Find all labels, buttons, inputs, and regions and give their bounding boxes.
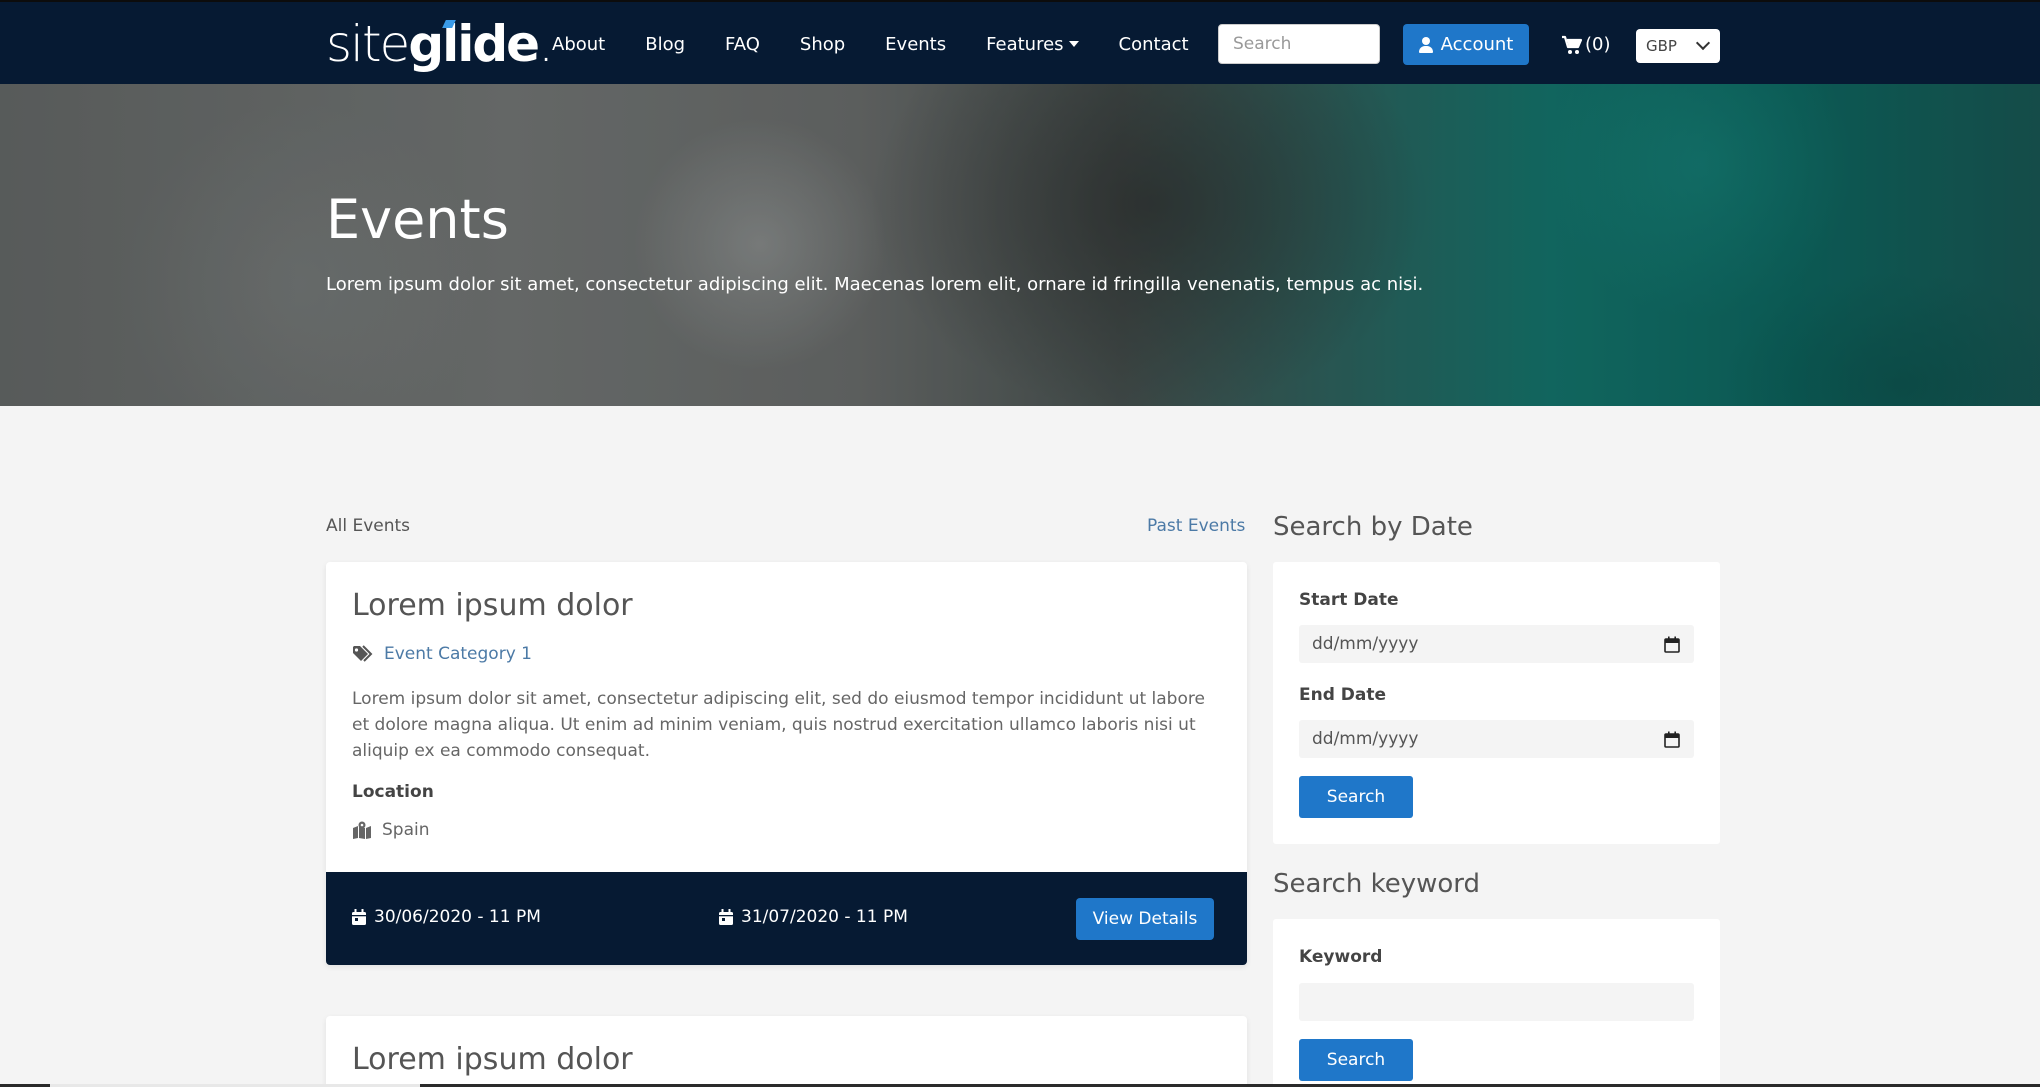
caret-down-icon (1068, 40, 1079, 47)
nav-link-faq[interactable]: FAQ (725, 34, 760, 55)
logo-text-bold: glide (408, 15, 540, 73)
main-nav: About Blog FAQ Shop Events Features Cont… (552, 2, 1229, 86)
event-end-date: 31/07/2020 - 11 PM (719, 907, 908, 927)
nav-link-events[interactable]: Events (885, 34, 946, 55)
start-date-input[interactable]: dd/mm/yyyy (1299, 625, 1694, 663)
date-search-panel: Start Date dd/mm/yyyy End Date dd/mm/yyy… (1273, 562, 1720, 844)
event-category-link[interactable]: Event Category 1 (384, 644, 532, 664)
calendar-picker-icon[interactable] (1664, 636, 1680, 653)
event-category-row: Event Category 1 (352, 644, 532, 664)
event-end-date-text: 31/07/2020 - 11 PM (741, 907, 908, 927)
nav-link-features-dropdown[interactable]: Features (986, 33, 1079, 55)
map-marked-icon (353, 821, 371, 839)
keyword-label: Keyword (1299, 947, 1383, 967)
hero-banner: Events Lorem ipsum dolor sit amet, conse… (0, 84, 2040, 406)
search-keyword-heading: Search keyword (1273, 869, 1481, 899)
past-events-link[interactable]: Past Events (1147, 516, 1245, 536)
end-date-label: End Date (1299, 685, 1387, 705)
event-start-date-text: 30/06/2020 - 11 PM (374, 907, 541, 927)
nav-link-shop[interactable]: Shop (800, 34, 845, 55)
event-card-footer: 30/06/2020 - 11 PM 31/07/2020 - 11 PM Vi… (326, 872, 1247, 965)
account-button[interactable]: Account (1403, 24, 1529, 65)
account-button-label: Account (1440, 34, 1514, 55)
event-location-row: Spain (352, 820, 430, 840)
cart-link[interactable]: (0) (1561, 24, 1611, 65)
calendar-icon (352, 909, 366, 925)
shopping-cart-icon (1562, 35, 1583, 54)
logo-text-light: site (326, 15, 410, 73)
siteglide-logo[interactable]: siteglide. (326, 14, 554, 74)
keyword-search-button[interactable]: Search (1299, 1039, 1413, 1081)
all-events-label: All Events (326, 516, 411, 536)
calendar-icon (719, 909, 733, 925)
start-date-placeholder: dd/mm/yyyy (1312, 634, 1419, 654)
date-search-button[interactable]: Search (1299, 776, 1413, 818)
end-date-placeholder: dd/mm/yyyy (1312, 729, 1419, 749)
event-title[interactable]: Lorem ipsum dolor (352, 588, 633, 623)
event-card: Lorem ipsum dolor (326, 1016, 1247, 1087)
event-location: Spain (382, 820, 430, 840)
nav-link-blog[interactable]: Blog (645, 34, 685, 55)
chevron-down-icon (1695, 35, 1711, 51)
event-start-date: 30/06/2020 - 11 PM (352, 907, 541, 927)
currency-value: GBP (1646, 37, 1677, 55)
currency-select[interactable]: GBP (1636, 29, 1720, 63)
page-title: Events (326, 188, 509, 251)
start-date-label: Start Date (1299, 590, 1399, 610)
cart-count: (0) (1585, 34, 1611, 55)
user-icon (1418, 36, 1433, 53)
top-navbar: siteglide. About Blog FAQ Shop Events Fe… (0, 0, 2040, 84)
event-description: Lorem ipsum dolor sit amet, consectetur … (352, 689, 1205, 761)
event-location-label: Location (352, 782, 434, 802)
view-details-button[interactable]: View Details (1076, 898, 1214, 940)
nav-link-contact[interactable]: Contact (1119, 34, 1189, 55)
calendar-picker-icon[interactable] (1664, 731, 1680, 748)
search-by-date-heading: Search by Date (1273, 512, 1473, 542)
logo-text-suffix: . (538, 15, 554, 73)
nav-search-input[interactable] (1218, 24, 1380, 64)
tags-icon (353, 645, 373, 662)
hero-subtitle: Lorem ipsum dolor sit amet, consectetur … (326, 274, 1424, 295)
nav-link-features-label: Features (986, 33, 1064, 55)
event-title[interactable]: Lorem ipsum dolor (352, 1042, 633, 1077)
keyword-input[interactable] (1299, 983, 1694, 1021)
keyword-search-panel: Keyword Search (1273, 919, 1720, 1087)
event-card: Lorem ipsum dolor Event Category 1 Lorem… (326, 562, 1247, 965)
nav-link-about[interactable]: About (552, 34, 605, 55)
end-date-input[interactable]: dd/mm/yyyy (1299, 720, 1694, 758)
